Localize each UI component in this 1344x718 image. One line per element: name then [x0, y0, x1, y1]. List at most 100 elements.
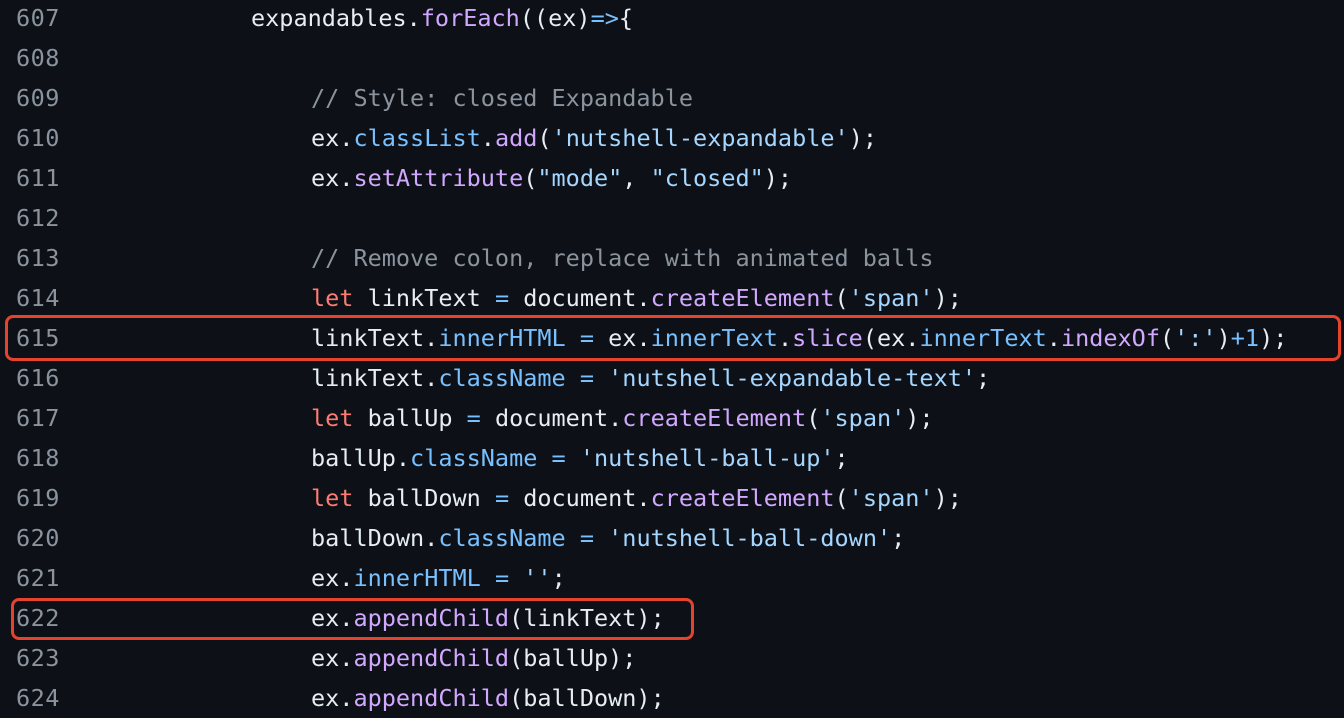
line-number: 611 [16, 164, 60, 192]
code-token: indexOf [1060, 324, 1160, 352]
code-token: // Style: closed Expandable [311, 84, 694, 112]
code-text: let ballUp = document.createElement('spa… [311, 398, 934, 438]
code-token: (linkText); [509, 604, 665, 632]
code-line-613: 613 // Remove colon, replace with animate… [0, 238, 1344, 278]
code-token: = [551, 444, 566, 472]
code-token: createElement [650, 284, 835, 312]
code-text: ex.appendChild(linkText); [311, 598, 665, 638]
code-token: ex. [311, 604, 354, 632]
code-token: 'nutshell-expandable' [551, 124, 849, 152]
code-token: ballDown [353, 484, 495, 512]
code-token: { [618, 4, 634, 32]
code-token: document. [509, 284, 651, 312]
code-token: "mode" [537, 164, 623, 192]
code-text: ballUp.className = 'nutshell-ball-up'; [311, 438, 849, 478]
code-token: className [438, 364, 566, 392]
code-editor: 607 expandables.forEach((ex)=>{608 609// S… [0, 0, 1344, 718]
code-line-617: 617 let ballUp = document.createElement('… [0, 398, 1344, 438]
code-token: ; [891, 524, 906, 552]
code-text: ex.innerHTML = ''; [311, 558, 566, 598]
code-token: linkText [353, 284, 495, 312]
code-token: 'span' [820, 404, 906, 432]
code-token: ballUp [353, 404, 467, 432]
code-token: 1 [1244, 324, 1260, 352]
code-token: = [579, 524, 594, 552]
code-token: linkText. [311, 324, 439, 352]
code-token: innerText [919, 324, 1047, 352]
code-token: let [311, 484, 354, 512]
code-token: ); [1259, 324, 1288, 352]
code-text: ex.setAttribute("mode", "closed"); [311, 158, 792, 198]
code-token: innerHTML [353, 564, 481, 592]
code-token: appendChild [353, 644, 510, 672]
code-token: className [438, 524, 566, 552]
code-token: className [410, 444, 538, 472]
line-number: 618 [16, 444, 60, 472]
line-number: 624 [16, 684, 60, 712]
code-token: = [466, 404, 481, 432]
code-text: let linkText = document.createElement('s… [311, 278, 962, 318]
line-number: 612 [16, 204, 60, 232]
code-token: ':' [1174, 324, 1217, 352]
line-number: 621 [16, 564, 60, 592]
line-number: 615 [16, 324, 60, 352]
code-token: ); [848, 124, 877, 152]
code-token: ); [763, 164, 793, 192]
code-token: setAttribute [353, 164, 524, 192]
code-token: ballDown. [311, 524, 439, 552]
code-token: ex. [311, 124, 354, 152]
code-line-624: 624 ex.appendChild(ballDown); [0, 678, 1344, 718]
code-token: => [590, 4, 619, 32]
code-line-622: 622 ex.appendChild(linkText); [0, 598, 1344, 638]
code-line-620: 620 ballDown.className = 'nutshell-ball-d… [0, 518, 1344, 558]
line-number: 622 [16, 604, 60, 632]
line-number: 608 [16, 44, 60, 72]
code-token: ( [834, 484, 849, 512]
code-text: linkText.innerHTML = ex.innerText.slice(… [311, 318, 1287, 358]
code-token: ); [905, 404, 934, 432]
code-token: expandables. [251, 4, 421, 32]
code-token: ( [1159, 324, 1175, 352]
code-token: = [494, 284, 510, 312]
code-token: . [777, 324, 793, 352]
code-token: ; [976, 364, 991, 392]
code-text: ex.appendChild(ballDown); [311, 678, 665, 718]
code-line-609: 609 // Style: closed Expandable [0, 78, 1344, 118]
line-number: 614 [16, 284, 60, 312]
code-line-616: 616 linkText.className = 'nutshell-expand… [0, 358, 1344, 398]
code-text: let ballDown = document.createElement('s… [311, 478, 962, 518]
code-token: = [494, 564, 510, 592]
code-text: ex.classList.add('nutshell-expandable'); [311, 118, 877, 158]
code-line-615: 615 linkText.innerHTML = ex.innerText.sli… [0, 318, 1344, 358]
code-token: 'span' [848, 284, 934, 312]
code-text: ex.appendChild(ballUp); [311, 638, 636, 678]
code-token: ( [806, 404, 821, 432]
code-token: createElement [650, 484, 835, 512]
code-token: ballUp. [311, 444, 411, 472]
code-token: 'nutshell-expandable-text' [608, 364, 977, 392]
code-token: createElement [622, 404, 807, 432]
code-line-621: 621 ex.innerHTML = ''; [0, 558, 1344, 598]
code-token: add [494, 124, 538, 152]
code-token: = [579, 364, 594, 392]
code-text: // Remove colon, replace with animated b… [311, 238, 934, 278]
code-line-618: 618 ballUp.className = 'nutshell-ball-up'… [0, 438, 1344, 478]
line-number: 623 [16, 644, 60, 672]
code-token: ex. [311, 684, 354, 712]
code-token: classList [353, 124, 481, 152]
code-token: + [1230, 324, 1245, 352]
code-token: (ballDown); [509, 684, 665, 712]
code-token: 'span' [848, 484, 934, 512]
code-line-619: 619 let ballDown = document.createElement… [0, 478, 1344, 518]
code-token: document. [509, 484, 651, 512]
code-token: (ex. [862, 324, 920, 352]
code-token: innerText [650, 324, 778, 352]
code-token: innerHTML [438, 324, 566, 352]
code-token: ( [523, 164, 538, 192]
code-token: ((ex) [519, 4, 591, 32]
code-token: ex. [311, 644, 354, 672]
code-token: ); [933, 484, 962, 512]
line-number: 607 [16, 4, 60, 32]
